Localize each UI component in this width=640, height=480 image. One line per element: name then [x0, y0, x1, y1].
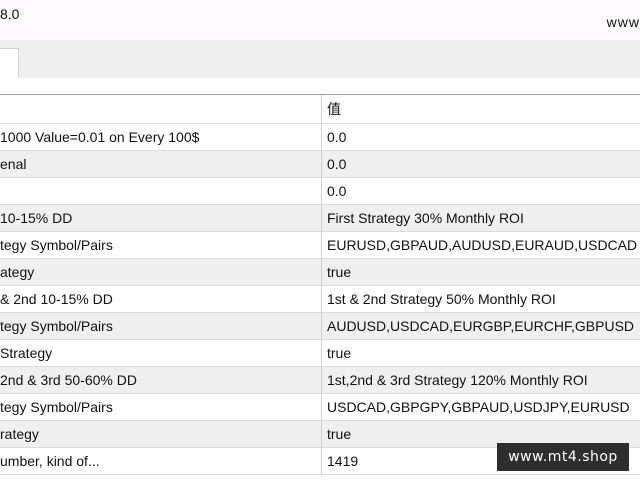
row-param[interactable]: & 2nd 10-15% DD [0, 286, 321, 312]
row-value-text: USDCAD,GBPGPY,GBPAUD,USDJPY,EURUSD [327, 399, 630, 415]
window-title: 8.0 [0, 6, 20, 22]
grid-row[interactable]: tegy Symbol/Pairs AUDUSD,USDCAD,EURGBP,E… [0, 313, 640, 340]
row-param-label: 2nd & 3rd 50-60% DD [0, 372, 137, 388]
row-value-text: EURUSD,GBPAUD,AUDUSD,EURAUD,USDCAD [327, 237, 638, 253]
row-value[interactable]: USDCAD,GBPGPY,GBPAUD,USDJPY,EURUSD [321, 394, 640, 420]
tab-strip [0, 40, 640, 79]
row-value[interactable]: 0.0 [321, 178, 640, 204]
grid-row[interactable]: 10-15% DD First Strategy 30% Monthly ROI [0, 205, 640, 232]
row-value-text: true [327, 426, 352, 442]
row-param[interactable]: ategy [0, 259, 321, 285]
row-value[interactable]: First Strategy 30% Monthly ROI [321, 205, 640, 231]
row-value-text: 0.0 [327, 183, 347, 199]
row-param[interactable] [0, 178, 321, 204]
row-value-text: First Strategy 30% Monthly ROI [327, 210, 524, 226]
row-value-text: 1419 [327, 453, 359, 469]
row-param-label: ategy [0, 264, 35, 280]
grid-row[interactable]: enal 0.0 [0, 151, 640, 178]
watermark-badge: www.mt4.shop [497, 443, 629, 471]
row-param-label: & 2nd 10-15% DD [0, 291, 113, 307]
row-value[interactable]: 1st & 2nd Strategy 50% Monthly ROI [321, 286, 640, 312]
inputs-grid: 值 1000 Value=0.01 on Every 100$ 0.0 enal… [0, 94, 640, 475]
row-param-label: tegy Symbol/Pairs [0, 318, 113, 334]
grid-row[interactable]: 1000 Value=0.01 on Every 100$ 0.0 [0, 124, 640, 151]
header-value-label: 值 [327, 101, 341, 117]
row-value[interactable]: AUDUSD,USDCAD,EURGBP,EURCHF,GBPUSD [321, 313, 640, 339]
row-value-text: AUDUSD,USDCAD,EURGBP,EURCHF,GBPUSD [327, 318, 635, 334]
row-value-text: 1st & 2nd Strategy 50% Monthly ROI [327, 291, 556, 307]
window-titlebar: 8.0 www [0, 0, 640, 40]
row-value[interactable]: 0.0 [321, 151, 640, 177]
header-value: 值 [321, 95, 640, 123]
row-value-text: 1st,2nd & 3rd Strategy 120% Monthly ROI [327, 372, 588, 388]
row-param-label: tegy Symbol/Pairs [0, 399, 113, 415]
grid-row[interactable]: ategy true [0, 259, 640, 286]
row-param[interactable]: enal [0, 151, 321, 177]
row-param-label: enal [0, 156, 27, 172]
window-title-right: www [606, 14, 640, 30]
row-param[interactable]: umber, kind of... [0, 448, 321, 474]
row-value-text: 0.0 [327, 156, 347, 172]
row-value-text: 0.0 [327, 129, 347, 145]
row-param[interactable]: tegy Symbol/Pairs [0, 313, 321, 339]
grid-row[interactable]: Strategy true [0, 340, 640, 367]
row-value-text: true [327, 345, 352, 361]
row-param-label: rategy [0, 426, 39, 442]
row-param-label: Strategy [0, 345, 53, 361]
row-param[interactable]: Strategy [0, 340, 321, 366]
row-param[interactable]: tegy Symbol/Pairs [0, 394, 321, 420]
row-param-label: 1000 Value=0.01 on Every 100$ [0, 129, 200, 145]
grid-row[interactable]: 2nd & 3rd 50-60% DD 1st,2nd & 3rd Strate… [0, 367, 640, 394]
grid-row[interactable]: & 2nd 10-15% DD 1st & 2nd Strategy 50% M… [0, 286, 640, 313]
row-param-label: umber, kind of... [0, 453, 100, 469]
row-param-label: 10-15% DD [0, 210, 73, 226]
tab-inputs[interactable] [0, 48, 19, 79]
row-value[interactable]: true [321, 340, 640, 366]
row-param-label: tegy Symbol/Pairs [0, 237, 113, 253]
row-param[interactable]: rategy [0, 421, 321, 447]
grid-row[interactable]: tegy Symbol/Pairs EURUSD,GBPAUD,AUDUSD,E… [0, 232, 640, 259]
row-value[interactable]: 0.0 [321, 124, 640, 150]
grid-header: 值 [0, 95, 640, 124]
row-value[interactable]: 1st,2nd & 3rd Strategy 120% Monthly ROI [321, 367, 640, 393]
row-param[interactable]: 2nd & 3rd 50-60% DD [0, 367, 321, 393]
row-value[interactable]: EURUSD,GBPAUD,AUDUSD,EURAUD,USDCAD [321, 232, 640, 258]
row-value-text: true [327, 264, 352, 280]
row-param[interactable]: 10-15% DD [0, 205, 321, 231]
grid-row[interactable]: 0.0 [0, 178, 640, 205]
grid-row[interactable]: tegy Symbol/Pairs USDCAD,GBPGPY,GBPAUD,U… [0, 394, 640, 421]
row-param[interactable]: tegy Symbol/Pairs [0, 232, 321, 258]
row-param[interactable]: 1000 Value=0.01 on Every 100$ [0, 124, 321, 150]
row-value[interactable]: true [321, 259, 640, 285]
header-variable [0, 95, 321, 123]
panel-gap [0, 78, 640, 94]
